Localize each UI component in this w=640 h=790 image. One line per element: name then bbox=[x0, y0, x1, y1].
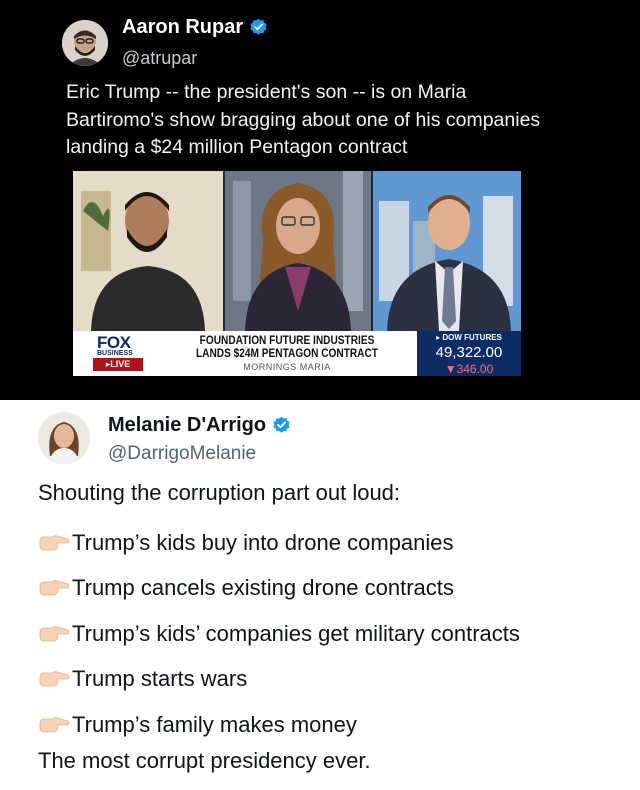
bullet-list: Trump’s kids buy into drone companies Tr… bbox=[38, 520, 628, 748]
tweet-text-line: Eric Trump -- the president's son -- is … bbox=[66, 81, 467, 103]
author-name[interactable]: Aaron Rupar bbox=[122, 16, 268, 39]
host-figure bbox=[225, 171, 371, 331]
avatar-photo bbox=[62, 20, 108, 66]
guest-figure bbox=[73, 171, 223, 331]
live-label: LIVE bbox=[110, 359, 131, 369]
tweet-media[interactable]: FOX BUSINESS ▸LIVE FOUNDATION FUTURE IND… bbox=[73, 171, 521, 376]
list-item-text: Trump’s family makes money bbox=[72, 711, 357, 737]
list-item-text: Trump starts wars bbox=[72, 666, 248, 692]
author-handle[interactable]: @DarrigoMelanie bbox=[108, 443, 256, 465]
headline-line: LANDS $24M PENTAGON CONTRACT bbox=[196, 347, 378, 360]
author-handle[interactable]: @atrupar bbox=[122, 48, 197, 69]
pointing-hand-icon bbox=[39, 671, 70, 687]
headline-line: FOUNDATION FUTURE INDUSTRIES bbox=[199, 335, 375, 347]
network-sub-text: BUSINESS bbox=[97, 350, 133, 357]
video-pane-eric bbox=[373, 171, 521, 331]
list-item: Trump starts wars bbox=[38, 657, 628, 703]
ticker-label-text: DOW FUTURES bbox=[442, 333, 502, 342]
author-name[interactable]: Melanie D'Arrigo bbox=[108, 414, 291, 437]
ticker-box: ▸ DOW FUTURES 49,322.00 ▼346.00 bbox=[417, 331, 521, 376]
tweet-text-line: landing a $24 million Pentagon contract bbox=[66, 136, 408, 158]
list-item: Trump’s kids’ companies get military con… bbox=[38, 611, 628, 657]
list-item: Trump cancels existing drone contracts bbox=[38, 566, 628, 612]
avatar[interactable] bbox=[62, 20, 108, 66]
top-tweet: Aaron Rupar @atrupar Eric Trump -- the p… bbox=[0, 0, 640, 400]
list-item-text: Trump’s kids’ companies get military con… bbox=[72, 620, 520, 646]
video-pane-guest bbox=[73, 171, 223, 331]
chyron-headline: FOUNDATION FUTURE INDUSTRIES LANDS $24M … bbox=[190, 335, 384, 360]
tweet-text: Eric Trump -- the president's son -- is … bbox=[66, 79, 606, 162]
eric-figure bbox=[373, 171, 521, 331]
pointing-hand-icon bbox=[39, 717, 70, 733]
avatar-photo bbox=[38, 412, 90, 464]
pointing-hand-icon bbox=[39, 535, 70, 551]
verified-badge-icon bbox=[250, 18, 267, 35]
ticker-value: 49,322.00 bbox=[435, 344, 503, 361]
bottom-tweet: Melanie D'Arrigo @DarrigoMelanie Shoutin… bbox=[0, 400, 640, 790]
list-item-text: Trump cancels existing drone contracts bbox=[72, 575, 454, 601]
video-pane-host bbox=[225, 171, 371, 331]
chyron: FOX BUSINESS ▸LIVE FOUNDATION FUTURE IND… bbox=[73, 331, 521, 376]
live-badge: ▸LIVE bbox=[93, 358, 143, 371]
list-item: Trump’s family makes money bbox=[38, 702, 628, 748]
tweet-intro: Shouting the corruption part out loud: bbox=[38, 480, 401, 505]
show-name: MORNINGS MARIA bbox=[243, 362, 331, 372]
pointing-hand-icon bbox=[39, 626, 70, 642]
ticker-label: ▸ DOW FUTURES bbox=[417, 333, 521, 342]
avatar[interactable] bbox=[38, 412, 90, 464]
tweet-text-line: Bartiromo's show bragging about one of h… bbox=[66, 108, 541, 131]
author-name-text: Melanie D'Arrigo bbox=[108, 414, 267, 436]
list-item: Trump’s kids buy into drone companies bbox=[38, 520, 628, 566]
ticker-change: ▼346.00 bbox=[444, 362, 494, 376]
author-name-text: Aaron Rupar bbox=[122, 16, 244, 38]
list-item-text: Trump’s kids buy into drone companies bbox=[72, 529, 454, 555]
verified-badge-icon bbox=[273, 416, 290, 433]
pointing-hand-icon bbox=[39, 580, 70, 596]
tweet-outro: The most corrupt presidency ever. bbox=[38, 748, 371, 773]
